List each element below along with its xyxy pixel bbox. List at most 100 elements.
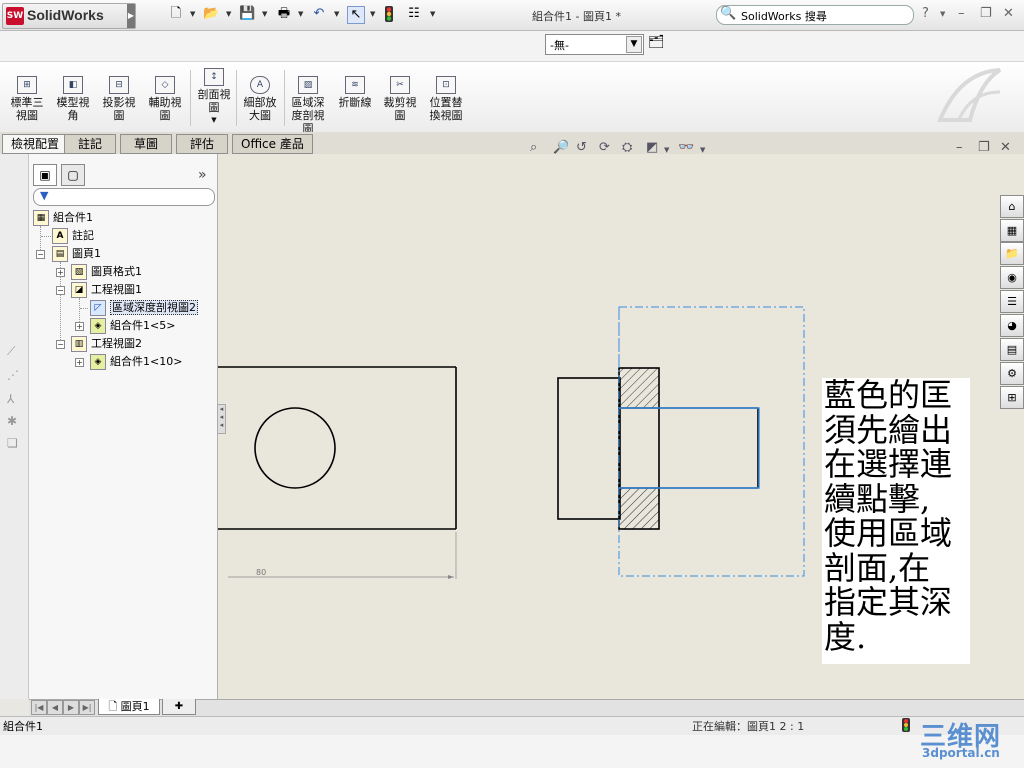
rebuild-icon[interactable]: ⟳ [599,140,610,155]
copy-icon[interactable]: ❏ [7,436,21,450]
hide-show-items-icon[interactable]: 👓 [678,140,694,155]
double-chevron-right-icon[interactable]: » [198,167,207,183]
display-style-icon[interactable]: ◩ [646,140,658,155]
tree-item-assembly-10[interactable]: ◈ 組合件1<10> [90,354,182,370]
view-palette-icon[interactable]: ☰ [1000,290,1024,313]
collapse-icon[interactable]: − [56,340,65,349]
zoom-to-area-icon[interactable]: 🔎 [553,140,569,155]
new-document-icon[interactable]: 🗋 [168,6,184,22]
auxiliary-view-button[interactable]: ◇ 輔助視 圖 [144,76,186,122]
minimize-button[interactable]: – [958,6,965,21]
projected-view-button[interactable]: ⊟ 投影視 圖 [98,76,140,122]
section-view-button[interactable]: ↕ 剖面視 圖 ▼ [193,68,235,127]
open-folder-icon[interactable]: 📂 [203,6,219,22]
alternate-position-view-button[interactable]: ⊡ 位置替 換視圖 [424,76,468,122]
select-pointer-icon[interactable]: ↖ [347,6,365,24]
close-button[interactable]: ✕ [1003,6,1014,21]
previous-view-icon[interactable]: ↺ [576,140,587,155]
break-line-button[interactable]: ≋ 折斷線 [333,76,377,109]
zoom-to-fit-icon[interactable]: ⌕ [530,140,537,155]
next-sheet-icon[interactable]: ▶ [63,700,79,715]
expand-icon[interactable]: + [75,322,84,331]
chevron-down-icon[interactable]: ▼ [940,10,945,18]
panel-splitter-handle[interactable]: ◂ ◂ ◂ [217,404,226,434]
first-sheet-icon[interactable]: |◀ [31,700,47,715]
dimension-80[interactable]: 80 [256,568,266,577]
chevron-down-icon[interactable]: ▼ [193,114,235,127]
options-icon[interactable]: ☷ [406,6,422,22]
chevron-down-icon[interactable]: ▼ [298,10,303,18]
tree-item-assembly[interactable]: ▦ 組合件1 [33,210,93,226]
drawing-view-1[interactable] [218,366,457,579]
tree-item-sheet[interactable]: ▤ 圖頁1 [52,246,101,262]
layer-properties-icon[interactable]: 🗂 [648,35,666,52]
tree-item-sheet-format[interactable]: ▧ 圖頁格式1 [71,264,142,280]
expand-icon[interactable]: + [56,268,65,277]
tree-item-annotations[interactable]: A 註記 [52,228,94,244]
file-explorer-icon[interactable]: ◉ [1000,266,1024,289]
tree-filter-input[interactable]: ▼ [33,188,215,206]
view-orientation-icon[interactable]: ⛭ [622,140,632,155]
doc-minimize-button[interactable]: – [956,140,963,155]
last-sheet-icon[interactable]: ▶| [79,700,95,715]
search-box[interactable]: 🔍 SolidWorks 搜尋 [716,5,914,25]
doc-restore-button[interactable]: ❐ [978,140,990,155]
tree-item-broken-out-section[interactable]: ◸ 區域深度剖視圖2 [90,300,198,316]
rebuild-traffic-light-icon[interactable] [385,6,393,22]
crop-view-button[interactable]: ✂ 裁剪視 圖 [379,76,421,122]
chevron-down-icon[interactable]: ▼ [226,10,231,18]
help-button[interactable]: ? [922,6,929,21]
design-library-icon[interactable]: 📁 [1000,242,1024,265]
standard-3-view-icon: ⊞ [17,76,37,94]
expand-icon[interactable]: + [75,358,84,367]
dimension-tool-icon[interactable]: ⋰ [7,368,21,382]
tree-item-assembly-5[interactable]: ◈ 組合件1<5> [90,318,175,334]
model-view-button[interactable]: ◧ 模型視 角 [52,76,94,122]
tab-sketch[interactable]: 草圖 [120,134,172,154]
solidworks-menu-button[interactable]: SW SolidWorks ▶ [2,3,136,29]
appearances-icon[interactable]: ◕ [1000,314,1024,337]
resources-icon[interactable]: ▦ [1000,219,1024,242]
chevron-down-icon[interactable]: ▼ [370,10,375,18]
save-icon[interactable]: 💾 [239,6,255,22]
chevron-down-icon[interactable]: ▼ [626,36,642,53]
tree-item-drawing-view-1[interactable]: ◪ 工程視圖1 [71,282,142,298]
asterisk-icon[interactable]: ✱ [7,414,21,428]
doc-close-button[interactable]: ✕ [1000,140,1011,155]
line-tool-icon[interactable]: ⟋ [7,344,21,358]
sheet-tab-1[interactable]: 🗋 圖頁1 [98,699,160,715]
watermark-url: 3dportal.cn [922,746,1000,760]
home-icon[interactable]: ⌂ [1000,195,1024,218]
chevron-down-icon[interactable]: ▼ [430,10,435,18]
point-tool-icon[interactable]: ⅄ [7,392,21,406]
tab-property-manager[interactable]: ▢ [61,164,85,186]
chevron-down-icon[interactable]: ▼ [334,10,339,18]
chevron-down-icon[interactable]: ▼ [664,146,669,154]
custom-properties-icon[interactable]: ▤ [1000,338,1024,361]
broken-out-section-button[interactable]: ▨ 區域深 度剖視 圖 [287,76,329,135]
toolbox-icon[interactable]: ⊞ [1000,386,1024,409]
standard-3-view-button[interactable]: ⊞ 標準三 視圖 [6,76,48,122]
tab-office-products[interactable]: Office 產品 [232,134,313,154]
rebuild-status-icon[interactable] [902,718,910,732]
add-sheet-icon: ✚ [174,701,184,712]
forum-icon[interactable]: ⚙ [1000,362,1024,385]
tab-view-layout[interactable]: 檢視配置 [2,134,69,154]
previous-sheet-icon[interactable]: ◀ [47,700,63,715]
chevron-down-icon[interactable]: ▼ [262,10,267,18]
chevron-down-icon[interactable]: ▼ [700,146,705,154]
add-sheet-button[interactable]: ✚ [162,699,196,715]
tab-evaluate[interactable]: 評估 [176,134,228,154]
chevron-down-icon[interactable]: ▼ [190,10,195,18]
detail-view-button[interactable]: A 細部放 大圖 [239,76,281,122]
restore-button[interactable]: ❐ [980,6,992,21]
tab-feature-manager[interactable]: ▣ [33,164,57,186]
drawing-view-2[interactable] [557,306,805,577]
tab-annotation[interactable]: 註記 [64,134,116,154]
layer-dropdown[interactable]: -無- ▼ [545,34,644,55]
collapse-icon[interactable]: − [36,250,45,259]
tree-item-drawing-view-2[interactable]: ▥ 工程視圖2 [71,336,142,352]
undo-icon[interactable]: ↶ [311,6,327,22]
collapse-icon[interactable]: − [56,286,65,295]
print-icon[interactable]: 🖶 [276,6,292,22]
